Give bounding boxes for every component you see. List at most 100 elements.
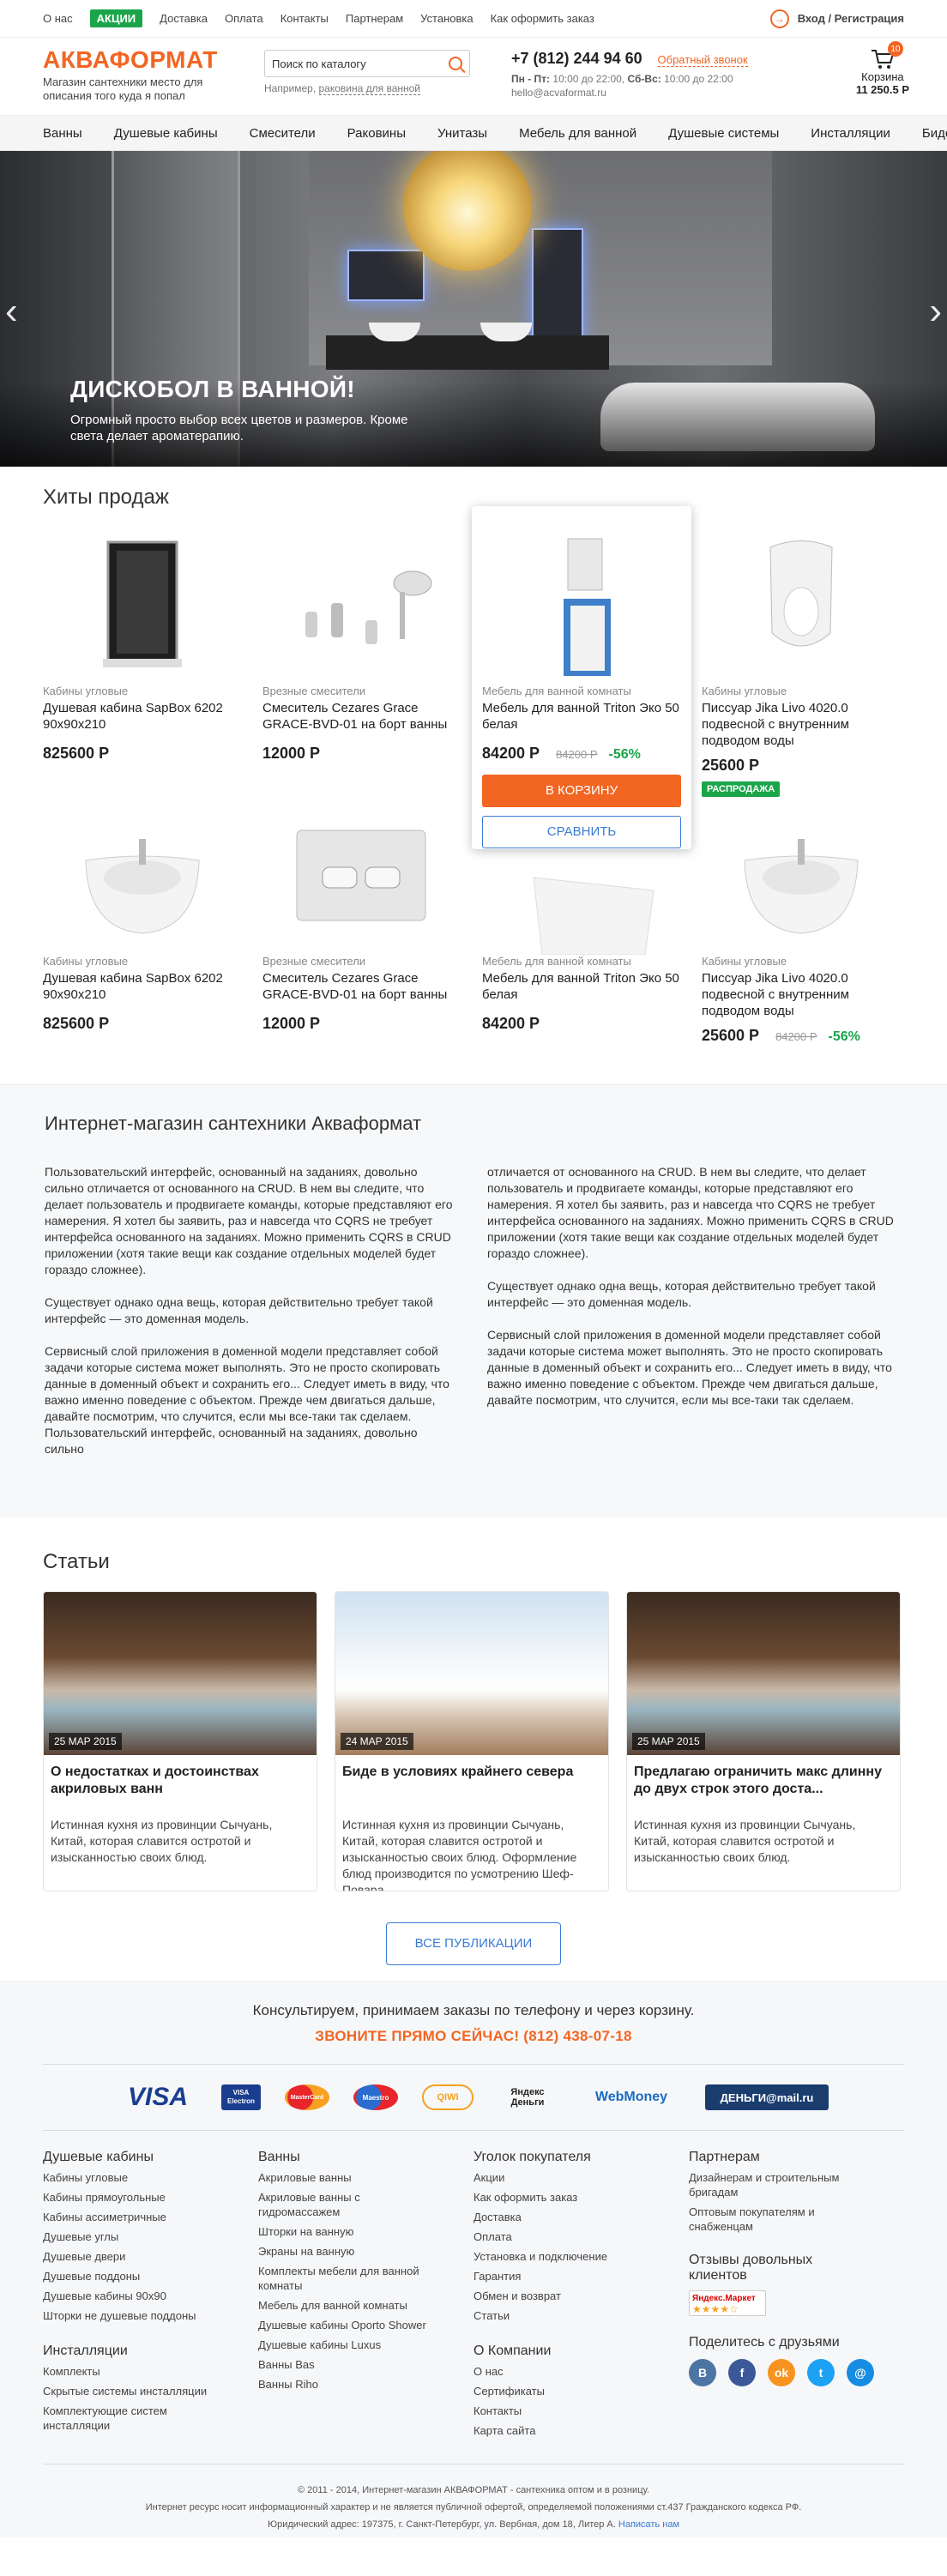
product-name[interactable]: Смеситель Cezares Grace GRACE-BVD-01 на … [262,970,461,1008]
footer-link[interactable]: Установка и подключение [474,2249,654,2264]
footer-link[interactable]: Статьи [474,2308,654,2323]
footer-heading[interactable]: Инсталляции [43,2344,258,2359]
footer-link[interactable]: Контакты [474,2404,654,2418]
footer-link[interactable]: Душевые углы [43,2229,223,2244]
footer-link[interactable]: Шторки не душевые поддоны [43,2308,223,2323]
footer-heading[interactable]: О Компании [474,2344,689,2359]
article-card[interactable]: 25 МАР 2015 Предлагаю ограничить макс дл… [626,1591,901,1891]
email[interactable]: hello@acvaformat.ru [511,87,748,99]
footer-link[interactable]: Кабины ассиметричные [43,2210,223,2224]
product-name[interactable]: Мебель для ванной Triton Эко 50 белая [482,700,681,738]
footer-link[interactable]: Скрытые системы инсталляции [43,2384,223,2398]
footer-heading[interactable]: Ванны [258,2150,474,2165]
call-now[interactable]: ЗВОНИТЕ ПРЯМО СЕЙЧАС! (812) 438-07-18 [0,2028,947,2045]
product-card[interactable]: Кабины угловые Писсуар Jika Livo 4020.0 … [691,518,911,809]
phone-number[interactable]: +7 (812) 244 94 60 [511,50,642,67]
odnoklassniki-icon[interactable]: ok [768,2359,795,2386]
top-link-delivery[interactable]: Доставка [160,12,208,25]
product-card[interactable]: Кабины угловые Душевая кабина SapBox 620… [33,788,252,1045]
product-name[interactable]: Писсуар Jika Livo 4020.0 подвесной с вну… [702,700,901,750]
footer-link[interactable]: Оплата [474,2229,654,2244]
footer-link[interactable]: Акции [474,2170,654,2185]
footer-link[interactable]: Акриловые ванны с гидромассажем [258,2190,438,2219]
cart[interactable]: 10 Корзина 11 250.5 Р [856,41,909,96]
mail-icon[interactable]: @ [847,2359,874,2386]
footer-link[interactable]: Сертификаты [474,2384,654,2398]
hero-banner[interactable]: ‹ › ДИСКОБОЛ В ВАННОЙ! Огромный просто в… [0,151,947,467]
footer-link[interactable]: Душевые кабины Oporto Shower [258,2318,438,2332]
footer-heading[interactable]: Партнерам [689,2150,904,2165]
footer-link[interactable]: Кабины угловые [43,2170,223,2185]
nav-item-sinks[interactable]: Раковины [347,126,406,141]
promo-link[interactable]: АКЦИИ [89,9,143,27]
footer-link[interactable]: Обмен и возврат [474,2289,654,2303]
product-card[interactable]: Врезные смесители Смеситель Cezares Grac… [252,788,472,1045]
top-link-install[interactable]: Установка [420,12,473,25]
nav-item-baths[interactable]: Ванны [43,126,82,141]
footer-link[interactable]: Кабины прямоугольные [43,2190,223,2205]
article-title[interactable]: Биде в условиях крайнего севера [335,1755,608,1805]
footer-link[interactable]: Мебель для ванной комнаты [258,2298,438,2313]
footer-link[interactable]: Душевые двери [43,2249,223,2264]
footer-link[interactable]: Ванны Riho [258,2377,438,2392]
write-us-link[interactable]: Написать нам [618,2519,679,2530]
footer-link[interactable]: Оптовым покупателям и снабженцам [689,2205,869,2234]
footer-heading[interactable]: Душевые кабины [43,2150,258,2165]
search-input[interactable]: Поиск по каталогу [264,50,470,77]
footer-link[interactable]: Комплектующие систем инсталляции [43,2404,223,2433]
hero-next-icon[interactable]: › [929,293,942,330]
product-card[interactable]: Кабины угловые Писсуар Jika Livo 4020.0 … [691,788,911,1057]
nav-item-shower-systems[interactable]: Душевые системы [668,126,779,141]
vk-icon[interactable]: B [689,2359,716,2386]
product-card[interactable]: Врезные смесители Смеситель Cezares Grac… [252,518,472,775]
article-card[interactable]: 24 МАР 2015 Биде в условиях крайнего сев… [335,1591,609,1891]
all-publications-button[interactable]: ВСЕ ПУБЛИКАЦИИ [386,1922,561,1965]
top-link-contacts[interactable]: Контакты [280,12,329,25]
nav-item-shower-cabins[interactable]: Душевые кабины [114,126,218,141]
footer-link[interactable]: Акриловые ванны [258,2170,438,2185]
product-card[interactable]: Мебель для ванной комнаты Мебель для ван… [472,788,691,1045]
footer-link[interactable]: Экраны на ванную [258,2244,438,2259]
callback-link[interactable]: Обратный звонок [657,53,748,67]
product-name[interactable]: Душевая кабина SapBox 6202 90x90x210 [43,700,242,738]
product-name[interactable]: Смеситель Cezares Grace GRACE-BVD-01 на … [262,700,461,738]
top-link-payment[interactable]: Оплата [225,12,263,25]
login-link[interactable]: → Вход / Регистрация [769,9,904,28]
product-name[interactable]: Душевая кабина SapBox 6202 90x90x210 [43,970,242,1008]
nav-item-installations[interactable]: Инсталляции [811,126,890,141]
hero-prev-icon[interactable]: ‹ [5,293,18,330]
footer-link[interactable]: Карта сайта [474,2423,654,2438]
footer-link[interactable]: Дизайнерам и строительным бригадам [689,2170,869,2199]
footer-link[interactable]: Комплекты мебели для ванной комнаты [258,2264,438,2293]
top-link-howto[interactable]: Как оформить заказ [491,12,594,25]
top-link-partners[interactable]: Партнерам [346,12,403,25]
footer-link[interactable]: Душевые кабины 90x90 [43,2289,223,2303]
footer-link[interactable]: Гарантия [474,2269,654,2283]
product-card[interactable]: Кабины угловые Душевая кабина SapBox 620… [33,518,252,775]
footer-heading[interactable]: Уголок покупателя [474,2150,689,2165]
footer-link[interactable]: О нас [474,2364,654,2379]
nav-item-bidet[interactable]: Биде [922,126,947,141]
search-icon[interactable] [449,57,462,70]
footer-link[interactable]: Комплекты [43,2364,223,2379]
facebook-icon[interactable]: f [728,2359,756,2386]
top-link-about[interactable]: О нас [43,12,73,25]
nav-item-mixers[interactable]: Смесители [250,126,316,141]
article-title[interactable]: О недостатках и достоинствах акриловых в… [44,1755,317,1805]
article-card[interactable]: 25 МАР 2015 О недостатках и достоинствах… [43,1591,317,1891]
nav-item-toilets[interactable]: Унитазы [437,126,487,141]
article-title[interactable]: Предлагаю ограничить макс длинну до двух… [627,1755,900,1805]
product-name[interactable]: Писсуар Jika Livo 4020.0 подвесной с вну… [702,970,901,1020]
twitter-icon[interactable]: t [807,2359,835,2386]
footer-link[interactable]: Душевые поддоны [43,2269,223,2283]
footer-link[interactable]: Доставка [474,2210,654,2224]
logo[interactable]: АКВАФОРМАТ Магазин сантехники место для … [43,46,223,103]
search-hint-link[interactable]: раковина для ванной [318,82,420,95]
footer-link[interactable]: Как оформить заказ [474,2190,654,2205]
product-name[interactable]: Мебель для ванной Triton Эко 50 белая [482,970,681,1008]
footer-link[interactable]: Шторки на ванную [258,2224,438,2239]
yandex-market-badge[interactable]: Яндекс.Маркет ★★★★☆ [689,2290,766,2316]
nav-item-furniture[interactable]: Мебель для ванной [519,126,636,141]
footer-link[interactable]: Ванны Bas [258,2357,438,2372]
footer-link[interactable]: Душевые кабины Luxus [258,2338,438,2352]
